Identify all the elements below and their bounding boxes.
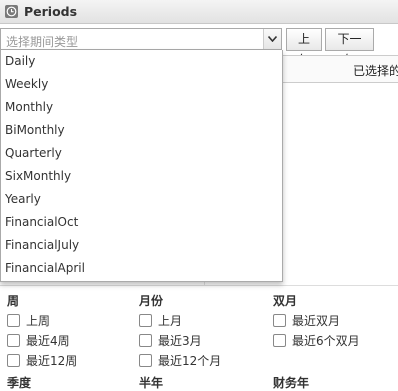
checkbox-last-week[interactable]: 上周 bbox=[7, 311, 50, 329]
checkbox[interactable] bbox=[273, 313, 286, 327]
select-dropdown-toggle[interactable] bbox=[263, 29, 281, 49]
checkbox-label: 上周 bbox=[26, 313, 51, 328]
month-group-title: 月份 bbox=[139, 294, 164, 308]
selected-periods-header: 已选择的 bbox=[282, 55, 398, 83]
checkbox-label: 最近3月 bbox=[158, 333, 202, 348]
section-divider bbox=[0, 285, 398, 286]
clock-icon bbox=[5, 5, 18, 18]
chevron-down-icon bbox=[268, 36, 277, 42]
checkbox[interactable] bbox=[7, 353, 20, 367]
window-title: Periods bbox=[24, 4, 78, 19]
checkbox[interactable] bbox=[139, 313, 152, 327]
option-bimonthly[interactable]: BiMonthly bbox=[1, 119, 282, 142]
option-financial-april[interactable]: FinancialApril bbox=[1, 257, 282, 280]
checkbox-last-4-weeks[interactable]: 最近4周 bbox=[7, 331, 70, 349]
option-financial-july[interactable]: FinancialJuly bbox=[1, 234, 282, 257]
week-group-title: 周 bbox=[7, 294, 20, 308]
checkbox-label: 最近6个双月 bbox=[292, 333, 360, 348]
checkbox-label: 最近12个月 bbox=[158, 353, 222, 368]
checkbox-last-12-months[interactable]: 最近12个月 bbox=[139, 351, 221, 369]
period-type-placeholder: 选择期间类型 bbox=[6, 35, 79, 49]
option-financial-oct[interactable]: FinancialOct bbox=[1, 211, 282, 234]
option-weekly[interactable]: Weekly bbox=[1, 73, 282, 96]
checkbox-label: 上月 bbox=[158, 313, 183, 328]
checkbox-label: 最近4周 bbox=[26, 333, 70, 348]
checkbox-last-3-months[interactable]: 最近3月 bbox=[139, 331, 202, 349]
checkbox-last-month[interactable]: 上月 bbox=[139, 311, 182, 329]
window-titlebar: Periods bbox=[0, 0, 398, 24]
option-sixmonthly[interactable]: SixMonthly bbox=[1, 165, 282, 188]
checkbox[interactable] bbox=[139, 353, 152, 367]
period-type-select[interactable]: 选择期间类型 bbox=[0, 28, 282, 50]
selected-periods-label: 已选择的 bbox=[353, 64, 398, 78]
checkbox[interactable] bbox=[7, 333, 20, 347]
checkbox-label: 最近12周 bbox=[26, 353, 78, 368]
period-type-dropdown: Daily Weekly Monthly BiMonthly Quarterly… bbox=[0, 50, 283, 282]
checkbox-last-6-bimonths[interactable]: 最近6个双月 bbox=[273, 331, 360, 349]
checkbox-label: 最近双月 bbox=[292, 313, 341, 328]
checkbox[interactable] bbox=[139, 333, 152, 347]
checkbox[interactable] bbox=[7, 313, 20, 327]
next-year-button[interactable]: 下一年 bbox=[325, 28, 374, 67]
option-quarterly[interactable]: Quarterly bbox=[1, 142, 282, 165]
financial-year-group-title: 财务年 bbox=[273, 376, 310, 390]
bimonth-group-title: 双月 bbox=[273, 294, 298, 308]
option-daily[interactable]: Daily bbox=[1, 50, 282, 73]
checkbox-last-bimonth[interactable]: 最近双月 bbox=[273, 311, 340, 329]
option-yearly[interactable]: Yearly bbox=[1, 188, 282, 211]
sixmonth-group-title: 半年 bbox=[139, 376, 164, 390]
checkbox[interactable] bbox=[273, 333, 286, 347]
checkbox-last-12-weeks[interactable]: 最近12周 bbox=[7, 351, 77, 369]
previous-year-button[interactable]: 上年 bbox=[286, 28, 322, 67]
quarter-group-title: 季度 bbox=[7, 376, 32, 390]
option-monthly[interactable]: Monthly bbox=[1, 96, 282, 119]
